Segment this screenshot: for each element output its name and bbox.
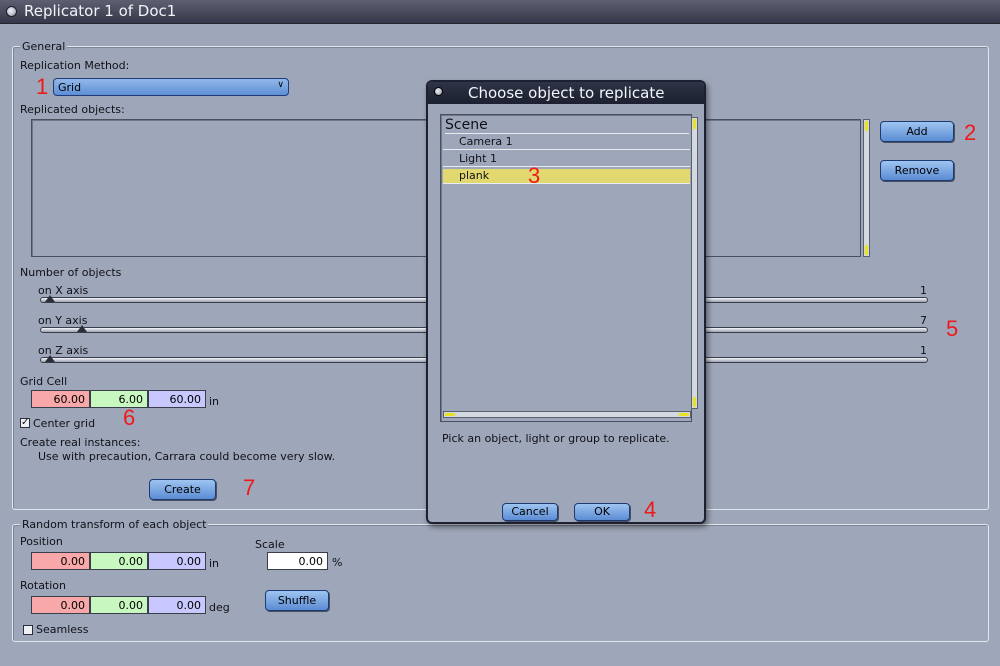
add-button[interactable]: Add bbox=[880, 121, 954, 142]
close-icon[interactable] bbox=[6, 6, 17, 17]
annotation-5: 5 bbox=[946, 316, 959, 341]
object-tree[interactable]: Scene Camera 1 Light 1 plank bbox=[440, 114, 698, 422]
scroll-thumb-right[interactable] bbox=[679, 413, 689, 416]
annotation-1: 1 bbox=[36, 74, 49, 99]
z-axis-slider-thumb[interactable] bbox=[45, 355, 55, 362]
shuffle-button[interactable]: Shuffle bbox=[265, 590, 329, 611]
position-x-field[interactable]: 0.00 bbox=[31, 552, 90, 570]
annotation-3: 3 bbox=[528, 163, 541, 188]
window-title: Replicator 1 of Doc1 bbox=[24, 2, 177, 20]
cancel-button[interactable]: Cancel bbox=[502, 503, 558, 521]
create-button[interactable]: Create bbox=[149, 479, 216, 500]
scroll-thumb-bottom[interactable] bbox=[865, 245, 868, 255]
scale-label: Scale bbox=[255, 538, 285, 551]
dialog-hint: Pick an object, light or group to replic… bbox=[442, 432, 670, 445]
seamless-checkbox[interactable] bbox=[23, 625, 33, 635]
replication-method-label: Replication Method: bbox=[20, 59, 130, 72]
ok-button[interactable]: OK bbox=[574, 503, 630, 521]
center-grid-checkbox[interactable]: ✓ bbox=[20, 418, 30, 428]
scroll-thumb-top[interactable] bbox=[693, 119, 696, 129]
tree-item-camera[interactable]: Camera 1 bbox=[443, 135, 690, 150]
tree-vertical-scrollbar[interactable] bbox=[691, 117, 698, 409]
grid-cell-z-field[interactable]: 60.00 bbox=[148, 390, 206, 408]
x-axis-value: 1 bbox=[920, 284, 927, 297]
remove-button[interactable]: Remove bbox=[880, 160, 954, 181]
grid-cell-y-field[interactable]: 6.00 bbox=[90, 390, 148, 408]
tree-item-plank[interactable]: plank bbox=[443, 169, 690, 184]
position-y-field[interactable]: 0.00 bbox=[90, 552, 148, 570]
grid-cell-unit: in bbox=[209, 395, 220, 408]
x-axis-slider-thumb[interactable] bbox=[45, 295, 55, 302]
position-z-field[interactable]: 0.00 bbox=[148, 552, 206, 570]
create-instances-label: Create real instances: bbox=[20, 436, 141, 449]
rotation-x-field[interactable]: 0.00 bbox=[31, 596, 90, 614]
tree-item-label: Camera 1 bbox=[459, 135, 513, 148]
number-of-objects-label: Number of objects bbox=[20, 266, 122, 279]
dialog-close-icon[interactable] bbox=[434, 87, 443, 96]
replicated-objects-scrollbar[interactable] bbox=[863, 119, 870, 257]
replication-method-dropdown[interactable]: Grid ∨ bbox=[53, 78, 289, 96]
z-axis-value: 1 bbox=[920, 344, 927, 357]
annotation-4: 4 bbox=[644, 497, 657, 522]
scroll-thumb-top[interactable] bbox=[865, 121, 868, 131]
scroll-thumb-bottom[interactable] bbox=[693, 397, 696, 407]
seamless-label: Seamless bbox=[36, 623, 89, 636]
center-grid-label: Center grid bbox=[33, 417, 96, 430]
y-axis-slider-thumb[interactable] bbox=[77, 325, 87, 332]
tree-item-label: Light 1 bbox=[459, 152, 497, 165]
y-axis-value: 7 bbox=[920, 314, 927, 327]
annotation-2: 2 bbox=[964, 120, 977, 145]
scale-field[interactable]: 0.00 bbox=[267, 552, 328, 570]
tree-item-light[interactable]: Light 1 bbox=[443, 152, 690, 167]
tree-item-label: plank bbox=[459, 169, 490, 182]
grid-cell-label: Grid Cell bbox=[20, 375, 68, 388]
rotation-z-field[interactable]: 0.00 bbox=[148, 596, 206, 614]
tree-root-scene[interactable]: Scene bbox=[445, 117, 689, 134]
scale-unit: % bbox=[332, 556, 343, 569]
scroll-thumb-left[interactable] bbox=[445, 413, 455, 416]
position-label: Position bbox=[20, 535, 63, 548]
window-titlebar[interactable]: Replicator 1 of Doc1 bbox=[0, 0, 1000, 24]
dialog-titlebar[interactable]: Choose object to replicate bbox=[428, 82, 704, 104]
rotation-label: Rotation bbox=[20, 579, 67, 592]
chevron-down-icon: ∨ bbox=[277, 80, 284, 90]
annotation-6: 6 bbox=[123, 405, 136, 430]
annotation-7: 7 bbox=[243, 475, 256, 500]
random-transform-group bbox=[12, 524, 989, 642]
rotation-unit: deg bbox=[209, 601, 230, 614]
rotation-y-field[interactable]: 0.00 bbox=[90, 596, 148, 614]
replication-method-value: Grid bbox=[58, 81, 82, 94]
random-transform-legend: Random transform of each object bbox=[20, 518, 209, 531]
position-unit: in bbox=[209, 557, 220, 570]
grid-cell-x-field[interactable]: 60.00 bbox=[31, 390, 90, 408]
create-instances-note: Use with precaution, Carrara could becom… bbox=[38, 450, 336, 463]
general-legend: General bbox=[20, 40, 68, 53]
dialog-title: Choose object to replicate bbox=[468, 84, 665, 102]
tree-horizontal-scrollbar[interactable] bbox=[443, 411, 691, 418]
replicated-objects-label: Replicated objects: bbox=[20, 103, 125, 116]
choose-object-dialog: Choose object to replicate Scene Camera … bbox=[426, 80, 706, 524]
